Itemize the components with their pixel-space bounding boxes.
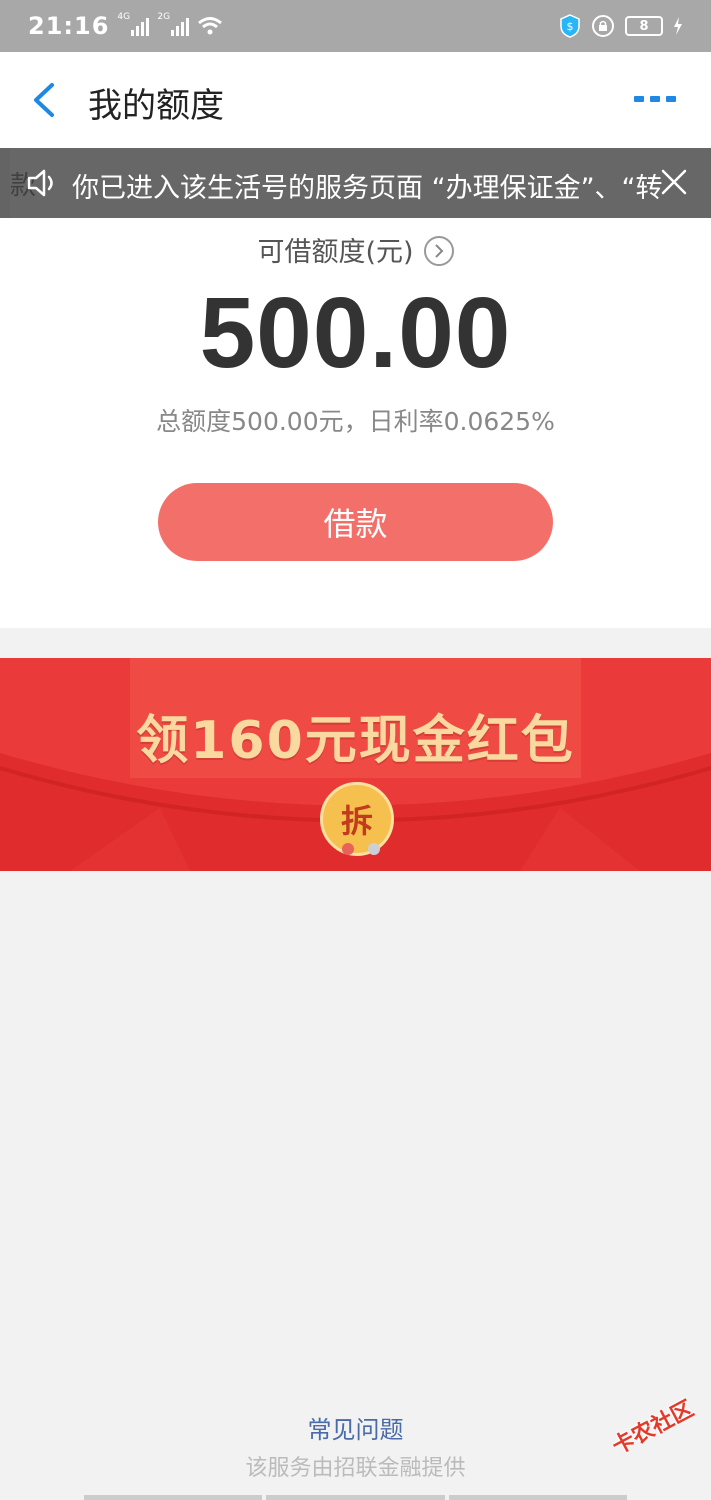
provider-note: 该服务由招联金融提供 — [245, 1456, 466, 1481]
signal-icon-2: 2G — [157, 12, 190, 36]
battery-icon: 8 — [625, 16, 663, 36]
wifi-icon — [198, 17, 223, 35]
signal-tag: 4G — [117, 12, 131, 22]
speaker-icon — [27, 169, 53, 197]
back-icon[interactable] — [28, 82, 60, 118]
faq-link[interactable]: 常见问题 — [0, 1410, 711, 1445]
close-icon[interactable] — [660, 168, 688, 196]
lock-rotation-icon — [592, 15, 614, 37]
status-right: $ 8 — [559, 14, 683, 38]
available-amount: 500.00 — [199, 277, 512, 389]
borrow-button[interactable]: 借款 — [158, 483, 553, 561]
status-bar: 21:16 4G 2G $ 8 — [0, 0, 711, 52]
carousel-dots — [342, 843, 380, 855]
signal-tag-2: 2G — [157, 12, 171, 22]
quota-label: 可借额度(元) — [257, 237, 414, 268]
quota-card: 可借额度(元) 500.00 总额度500.00元，日利率0.0625% 借款 — [0, 218, 711, 628]
bottom-divider — [84, 1495, 627, 1500]
quota-info: 总额度500.00元，日利率0.0625% — [156, 407, 555, 436]
carousel-dot-active[interactable] — [342, 843, 354, 855]
svg-text:$: $ — [567, 20, 574, 33]
charging-icon — [674, 17, 682, 35]
chevron-right-icon[interactable] — [423, 235, 454, 266]
status-left: 21:16 4G 2G — [28, 12, 223, 40]
signal-icon: 4G — [117, 12, 150, 36]
carousel-dot[interactable] — [368, 843, 380, 855]
page-title: 我的额度 — [88, 86, 224, 126]
shield-icon: $ — [560, 14, 580, 38]
status-time: 21:16 — [28, 12, 110, 40]
service-notice-banner: 你已进入该生活号的服务页面 “办理保证金”、“转 — [0, 148, 711, 218]
notice-text: 你已进入该生活号的服务页面 “办理保证金”、“转 — [72, 173, 662, 204]
app-header: 我的额度 — [0, 52, 711, 148]
promo-title: 领160元现金红包 — [136, 711, 575, 771]
quota-label-row[interactable]: 可借额度(元) — [0, 230, 711, 269]
red-packet-banner[interactable]: 领160元现金红包 拆 — [0, 658, 711, 871]
more-icon[interactable] — [634, 96, 676, 102]
